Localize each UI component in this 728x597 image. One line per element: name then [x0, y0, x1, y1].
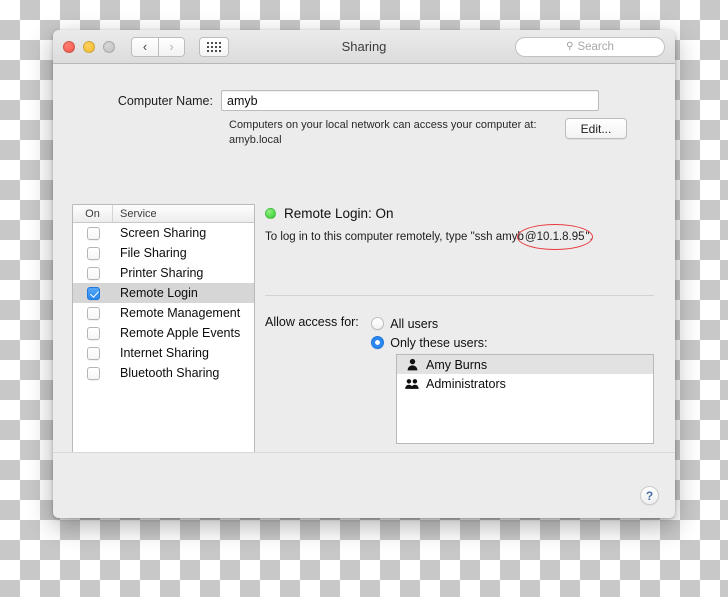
back-button[interactable]: ‹	[131, 36, 158, 57]
service-checkbox-cell[interactable]	[73, 266, 113, 280]
search-placeholder: Search	[577, 40, 614, 53]
table-row[interactable]: File Sharing	[73, 243, 254, 263]
column-header-service: Service	[120, 207, 157, 220]
search-icon: ⚲	[566, 40, 574, 52]
service-name: Remote Management	[120, 306, 241, 320]
service-checkbox-cell[interactable]	[73, 366, 113, 380]
column-header-on: On	[73, 205, 113, 222]
remote-login-status-row: Remote Login: On	[265, 204, 656, 221]
services-table[interactable]: On Service Screen Sharing File Sharing P…	[72, 204, 255, 472]
access-radio-group: All users Only these users:	[371, 314, 488, 352]
service-checkbox-cell[interactable]	[73, 226, 113, 240]
navigation-buttons: ‹ ›	[131, 36, 185, 57]
forward-button[interactable]: ›	[158, 36, 185, 57]
service-checkbox-cell[interactable]	[73, 306, 113, 320]
ssh-instruction-text: To log in to this computer remotely, typ…	[265, 224, 593, 250]
allowed-users-list[interactable]: Amy Burns Administrators	[396, 354, 654, 444]
checkbox-icon[interactable]	[86, 366, 100, 380]
checkbox-icon[interactable]	[86, 346, 100, 360]
service-detail-pane: Remote Login: On To log in to this compu…	[265, 204, 656, 470]
service-name: Screen Sharing	[120, 226, 207, 240]
ssh-address-highlight: @10.1.8.95	[516, 224, 593, 250]
user-name: Amy Burns	[426, 357, 488, 372]
traffic-lights	[63, 40, 115, 53]
sharing-preferences-window: ‹ › Sharing ⚲ Search Computer Name: amyb	[53, 30, 675, 518]
status-badge: Remote Login: On	[284, 206, 394, 221]
table-row[interactable]: Bluetooth Sharing	[73, 363, 254, 383]
status-indicator-icon	[265, 208, 276, 219]
chevron-left-icon: ‹	[142, 39, 148, 54]
table-row[interactable]: Screen Sharing	[73, 223, 254, 243]
service-checkbox-cell[interactable]	[73, 246, 113, 260]
service-name: Remote Apple Events	[120, 326, 241, 340]
window-titlebar: ‹ › Sharing ⚲ Search	[53, 30, 675, 64]
edit-button[interactable]: Edit...	[565, 118, 627, 139]
service-name: File Sharing	[120, 246, 187, 260]
radio-all-users[interactable]: All users	[371, 314, 487, 333]
radio-only-these-users-label: Only these users:	[390, 335, 488, 350]
service-checkbox-cell[interactable]	[73, 326, 113, 340]
list-item[interactable]: Amy Burns	[397, 355, 653, 374]
allow-access-section: Allow access for: All users Only these u…	[265, 314, 656, 352]
ssh-instruction-prefix: To log in to this computer remotely, typ…	[265, 231, 524, 243]
service-name: Internet Sharing	[120, 346, 209, 360]
checkbox-icon[interactable]	[86, 326, 100, 340]
service-name: Bluetooth Sharing	[120, 366, 220, 380]
zoom-button[interactable]	[103, 40, 115, 53]
table-row[interactable]: Printer Sharing	[73, 263, 254, 283]
search-input[interactable]: ⚲ Search	[515, 36, 665, 57]
minimize-button[interactable]	[83, 40, 95, 53]
checkbox-checked-icon[interactable]	[86, 286, 100, 300]
service-name: Printer Sharing	[120, 266, 204, 280]
radio-button-selected-icon[interactable]	[371, 336, 385, 349]
computer-name-row: Computer Name: amyb	[53, 64, 675, 111]
service-checkbox-cell[interactable]	[73, 286, 113, 300]
ssh-address: @10.1.8.95	[524, 231, 585, 243]
close-button[interactable]	[63, 40, 75, 53]
services-table-header: On Service	[73, 205, 254, 223]
checkbox-icon[interactable]	[86, 226, 100, 240]
user-name: Administrators	[426, 376, 506, 391]
radio-all-users-label: All users	[390, 316, 439, 331]
radio-button-icon[interactable]	[371, 317, 385, 330]
ssh-instruction-suffix: ".	[585, 231, 593, 243]
grid-icon	[207, 41, 221, 52]
service-checkbox-cell[interactable]	[73, 346, 113, 360]
section-divider	[265, 295, 654, 296]
single-user-icon	[405, 358, 419, 371]
list-item[interactable]: Administrators	[397, 374, 653, 393]
checkbox-icon[interactable]	[86, 306, 100, 320]
help-button[interactable]: ?	[640, 486, 659, 505]
table-row[interactable]: Internet Sharing	[73, 343, 254, 363]
radio-only-these-users[interactable]: Only these users:	[371, 333, 488, 352]
allow-access-label: Allow access for:	[265, 315, 359, 329]
user-group-icon	[405, 377, 419, 390]
window-bottom-bar: ?	[53, 452, 675, 518]
computer-name-field[interactable]: amyb	[221, 90, 599, 111]
sharing-panes: On Service Screen Sharing File Sharing P…	[53, 204, 675, 472]
preferences-content: Computer Name: amyb Computers on your lo…	[53, 64, 675, 472]
chevron-right-icon: ›	[169, 39, 174, 54]
table-row[interactable]: Remote Apple Events	[73, 323, 254, 343]
table-row[interactable]: Remote Management	[73, 303, 254, 323]
local-hostname-description: Computers on your local network can acce…	[229, 119, 537, 146]
computer-name-label: Computer Name:	[117, 93, 213, 108]
table-row[interactable]: Remote Login	[73, 283, 254, 303]
checkbox-icon[interactable]	[86, 266, 100, 280]
checkbox-icon[interactable]	[86, 246, 100, 260]
service-name: Remote Login	[120, 286, 198, 300]
computer-name-description-row: Computers on your local network can acce…	[53, 111, 675, 148]
show-all-preferences-button[interactable]	[199, 36, 229, 57]
